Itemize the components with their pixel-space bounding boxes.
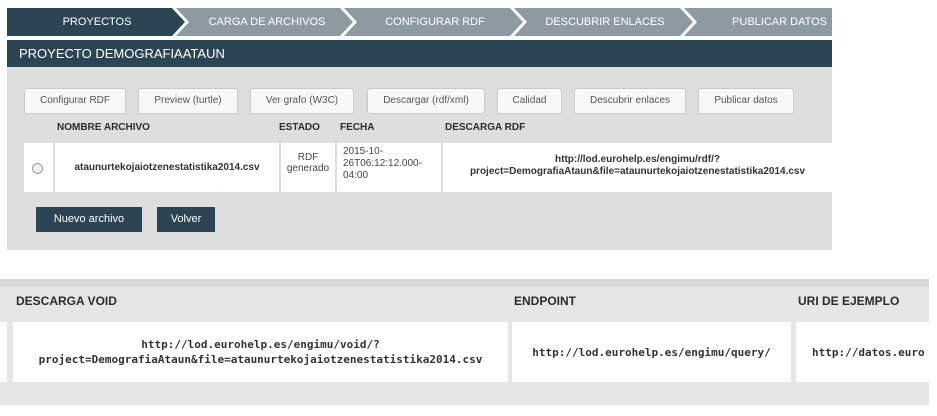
uri-link[interactable]: http://datos.euro bbox=[812, 345, 925, 360]
volver-button[interactable]: Volver bbox=[157, 207, 215, 232]
step-publicar-datos[interactable]: PUBLICAR DATOS bbox=[702, 8, 832, 36]
date-line-1: 2015-10- bbox=[343, 146, 384, 157]
void-cell: http://lod.eurohelp.es/engimu/void/? pro… bbox=[13, 322, 508, 382]
nuevo-archivo-button[interactable]: Nuevo archivo bbox=[36, 207, 142, 232]
configurar-rdf-button[interactable]: Configurar RDF bbox=[24, 88, 126, 114]
step-configurar-rdf[interactable]: CONFIGURAR RDF bbox=[365, 8, 505, 36]
wizard-steps: PROYECTOS CARGA DE ARCHIVOS CONFIGURAR R… bbox=[7, 8, 832, 36]
download-rdf-link-line-2[interactable]: project=DemografiaAtaun&file=ataunurteko… bbox=[443, 166, 832, 178]
col-header-descarga: DESCARGA RDF bbox=[445, 122, 526, 133]
step-proyectos[interactable]: PROYECTOS bbox=[37, 8, 157, 36]
project-title: PROYECTO DEMOGRAFIAATAUN bbox=[7, 40, 832, 67]
publicar-datos-button[interactable]: Publicar datos bbox=[698, 88, 794, 114]
col-header-estado: ESTADO bbox=[279, 122, 320, 133]
status-line-1: RDF bbox=[297, 152, 319, 163]
publish-info-section: DESCARGA VOID ENDPOINT URI DE EJEMPLO ht… bbox=[0, 279, 929, 405]
endpoint-link[interactable]: http://lod.eurohelp.es/engimu/query/ bbox=[532, 345, 770, 360]
section-top-border bbox=[0, 279, 929, 287]
step-descubrir-enlaces[interactable]: DESCUBRIR ENLACES bbox=[535, 8, 675, 36]
descubrir-enlaces-button[interactable]: Descubrir enlaces bbox=[574, 88, 686, 114]
col-header-uri-ejemplo: URI DE EJEMPLO bbox=[798, 294, 900, 308]
file-name: ataunurtekojaiotzenestatistika2014.csv bbox=[74, 162, 260, 173]
col-header-fecha: FECHA bbox=[340, 122, 375, 133]
endpoint-cell: http://lod.eurohelp.es/engimu/query/ bbox=[512, 322, 791, 382]
status-line-2: generado bbox=[286, 163, 330, 174]
file-name-cell: ataunurtekojaiotzenestatistika2014.csv bbox=[55, 143, 279, 192]
preview-turtle-button[interactable]: Preview (turtle) bbox=[138, 88, 238, 114]
table-row: ataunurtekojaiotzenestatistika2014.csv R… bbox=[24, 143, 832, 192]
col-header-nombre: NOMBRE ARCHIVO bbox=[57, 122, 150, 133]
col-header-endpoint: ENDPOINT bbox=[514, 294, 577, 308]
download-rdf-link-line-1[interactable]: http://lod.eurohelp.es/engimu/rdf/? bbox=[443, 154, 832, 166]
status-cell: RDF generado bbox=[281, 143, 335, 192]
uri-cell: http://datos.euro bbox=[796, 322, 929, 382]
calidad-button[interactable]: Calidad bbox=[497, 88, 562, 114]
ver-grafo-button[interactable]: Ver grafo (W3C) bbox=[250, 88, 354, 114]
void-link-line-2[interactable]: project=DemografiaAtaun&file=ataunurteko… bbox=[39, 352, 483, 367]
date-line-2: 26T06:12:12.000- bbox=[343, 158, 422, 169]
date-cell: 2015-10- 26T06:12:12.000- 04:00 bbox=[337, 143, 441, 192]
download-rdf-cell: http://lod.eurohelp.es/engimu/rdf/? proj… bbox=[443, 143, 832, 192]
project-panel: PROYECTO DEMOGRAFIAATAUN Configurar RDF … bbox=[7, 40, 832, 250]
descargar-rdfxml-button[interactable]: Descargar (rdf/xml) bbox=[367, 88, 485, 114]
void-link-line-1[interactable]: http://lod.eurohelp.es/engimu/void/? bbox=[141, 337, 379, 352]
date-line-3: 04:00 bbox=[343, 170, 369, 181]
col-header-descarga-void: DESCARGA VOID bbox=[16, 294, 117, 308]
row-select-cell bbox=[24, 143, 53, 192]
row-radio[interactable] bbox=[32, 163, 43, 174]
row-left-edge bbox=[0, 322, 7, 382]
step-carga-de-archivos[interactable]: CARGA DE ARCHIVOS bbox=[197, 8, 337, 36]
